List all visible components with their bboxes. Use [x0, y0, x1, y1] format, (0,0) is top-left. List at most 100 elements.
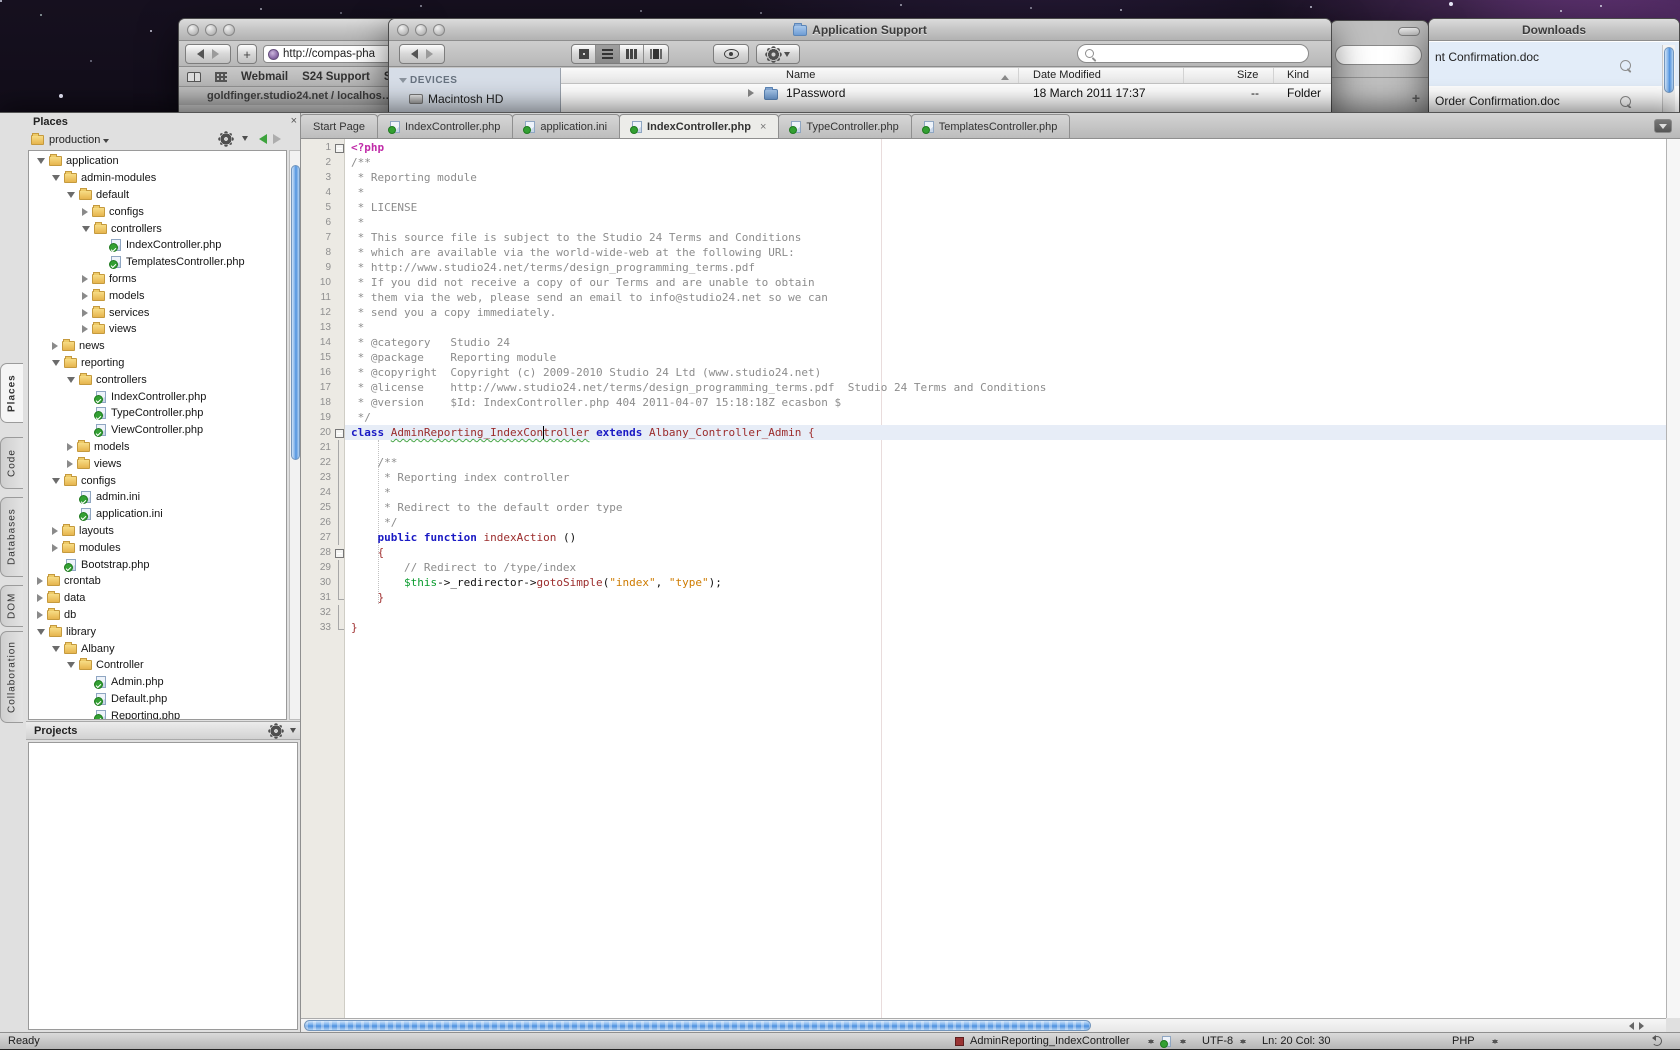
- code-line[interactable]: 13 *: [301, 320, 1666, 335]
- editor-horizontal-scrollbar[interactable]: [301, 1018, 1666, 1032]
- devices-heading[interactable]: DEVICES: [399, 74, 560, 87]
- tree-item[interactable]: Controller: [29, 657, 286, 674]
- reveal-in-finder-icon[interactable]: [1620, 60, 1631, 71]
- disclosure-icon[interactable]: [82, 275, 88, 283]
- tree-item[interactable]: IndexController.php: [29, 388, 286, 405]
- code-line[interactable]: 11 * them via the web, please send an em…: [301, 290, 1666, 305]
- disclosure-icon[interactable]: [67, 443, 73, 451]
- close-panel-icon[interactable]: ×: [291, 115, 297, 127]
- close-tab-icon[interactable]: ×: [760, 121, 766, 133]
- column-view-button[interactable]: [620, 45, 644, 63]
- code-line[interactable]: 30 $this->_redirector->gotoSimple("index…: [301, 575, 1666, 590]
- tree-item[interactable]: layouts: [29, 523, 286, 540]
- action-menu-button[interactable]: [756, 44, 800, 64]
- editor-tab[interactable]: TypeController.php: [778, 114, 911, 138]
- tree-item[interactable]: crontab: [29, 573, 286, 590]
- disclosure-icon[interactable]: [37, 577, 43, 585]
- download-item[interactable]: Order Confirmation.doc: [1429, 86, 1679, 108]
- code-line[interactable]: 19 */: [301, 410, 1666, 425]
- tree-item[interactable]: reporting: [29, 355, 286, 372]
- scroll-right-button[interactable]: [1636, 1020, 1650, 1032]
- tree-item[interactable]: configs: [29, 203, 286, 220]
- scrollbar-thumb[interactable]: [291, 165, 300, 460]
- new-tab-button[interactable]: +: [237, 44, 257, 64]
- chevron-down-icon[interactable]: [290, 728, 296, 736]
- download-item[interactable]: nt Confirmation.doc: [1429, 42, 1679, 86]
- code-line[interactable]: 4 *: [301, 185, 1666, 200]
- bookmarks-icon[interactable]: [187, 72, 201, 82]
- disclosure-icon[interactable]: [52, 360, 60, 366]
- reveal-in-finder-icon[interactable]: [1620, 96, 1631, 107]
- code-line[interactable]: 5 * LICENSE: [301, 200, 1666, 215]
- code-line[interactable]: 16 * @copyright Copyright (c) 2009-2010 …: [301, 365, 1666, 380]
- browser-titlebar[interactable]: [179, 19, 408, 41]
- tree-item[interactable]: admin.ini: [29, 489, 286, 506]
- scrollbar-thumb[interactable]: [1664, 47, 1674, 93]
- code-line[interactable]: 10 * If you did not receive a copy of ou…: [301, 275, 1666, 290]
- tree-item[interactable]: Albany: [29, 640, 286, 657]
- back-icon[interactable]: [197, 49, 204, 59]
- downloads-scrollbar[interactable]: [1662, 45, 1675, 115]
- zoom-window-button[interactable]: [223, 24, 235, 36]
- back-icon[interactable]: [411, 49, 418, 59]
- tree-item[interactable]: forms: [29, 271, 286, 288]
- disclosure-icon[interactable]: [67, 460, 73, 468]
- code-line[interactable]: 32: [301, 605, 1666, 620]
- plus-icon[interactable]: +: [1412, 90, 1420, 106]
- bookmark-s24-support[interactable]: S24 Support: [302, 71, 370, 83]
- forward-icon[interactable]: [273, 134, 286, 144]
- top-sites-icon[interactable]: [215, 72, 227, 82]
- code-line[interactable]: 8 * which are available via the world-wi…: [301, 245, 1666, 260]
- column-header-name[interactable]: Name: [786, 69, 815, 81]
- disclosure-icon[interactable]: [82, 226, 90, 232]
- disclosure-icon[interactable]: [82, 309, 88, 317]
- column-header-kind[interactable]: Kind: [1287, 69, 1309, 81]
- code-editor[interactable]: 1<?php2/**3 * Reporting module4 *5 * LIC…: [301, 139, 1666, 1018]
- tree-item[interactable]: models: [29, 439, 286, 456]
- tree-item[interactable]: controllers: [29, 371, 286, 388]
- editor-vertical-scrollbar[interactable]: [1666, 139, 1680, 1018]
- tab-list-dropdown[interactable]: [1654, 119, 1672, 133]
- fold-toggle-icon[interactable]: [334, 140, 344, 155]
- stepper-icon[interactable]: [1180, 1036, 1188, 1047]
- editor-tab[interactable]: IndexController.php×: [619, 114, 779, 138]
- tree-item[interactable]: data: [29, 590, 286, 607]
- editor-tab[interactable]: Start Page: [300, 114, 378, 138]
- stepper-icon[interactable]: [1148, 1036, 1156, 1047]
- code-line[interactable]: 31 }: [301, 590, 1666, 605]
- code-line[interactable]: 24 *: [301, 485, 1666, 500]
- disclosure-icon[interactable]: [82, 292, 88, 300]
- icon-view-button[interactable]: [572, 45, 596, 63]
- table-row[interactable]: 1Password 18 March 2011 17:37 -- Folder: [561, 85, 1331, 103]
- tree-item[interactable]: controllers: [29, 220, 286, 237]
- disclosure-icon[interactable]: [67, 377, 75, 383]
- code-line[interactable]: 23 * Reporting index controller: [301, 470, 1666, 485]
- code-line[interactable]: 26 */: [301, 515, 1666, 530]
- editor-tab[interactable]: application.ini: [512, 114, 620, 138]
- rail-tab-databases[interactable]: Databases: [0, 497, 23, 577]
- code-line[interactable]: 15 * @package Reporting module: [301, 350, 1666, 365]
- stepper-icon[interactable]: [1492, 1036, 1500, 1047]
- tree-item[interactable]: default: [29, 187, 286, 204]
- close-window-button[interactable]: [187, 24, 199, 36]
- minimize-window-button[interactable]: [205, 24, 217, 36]
- rail-tab-collaboration[interactable]: Collaboration: [0, 631, 23, 723]
- chevron-down-icon[interactable]: [103, 139, 109, 146]
- tree-item[interactable]: news: [29, 338, 286, 355]
- code-line[interactable]: 1<?php: [301, 140, 1666, 155]
- gear-icon[interactable]: [270, 725, 282, 737]
- code-line[interactable]: 3 * Reporting module: [301, 170, 1666, 185]
- tree-item[interactable]: views: [29, 455, 286, 472]
- finder-search-field[interactable]: [1077, 44, 1309, 63]
- sidebar-item-macintosh-hd[interactable]: Macintosh HD: [409, 92, 560, 106]
- scroll-left-button[interactable]: [1622, 1020, 1636, 1032]
- column-header-date-modified[interactable]: Date Modified: [1033, 69, 1101, 81]
- editor-tab[interactable]: IndexController.php: [377, 114, 513, 138]
- code-line[interactable]: 28 {: [301, 545, 1666, 560]
- code-line[interactable]: 17 * @license http://www.studio24.net/te…: [301, 380, 1666, 395]
- tree-item[interactable]: IndexController.php: [29, 237, 286, 254]
- disclosure-icon[interactable]: [52, 478, 60, 484]
- list-view-button[interactable]: [596, 45, 620, 63]
- disclosure-icon[interactable]: [52, 544, 58, 552]
- disclosure-icon[interactable]: [52, 646, 60, 652]
